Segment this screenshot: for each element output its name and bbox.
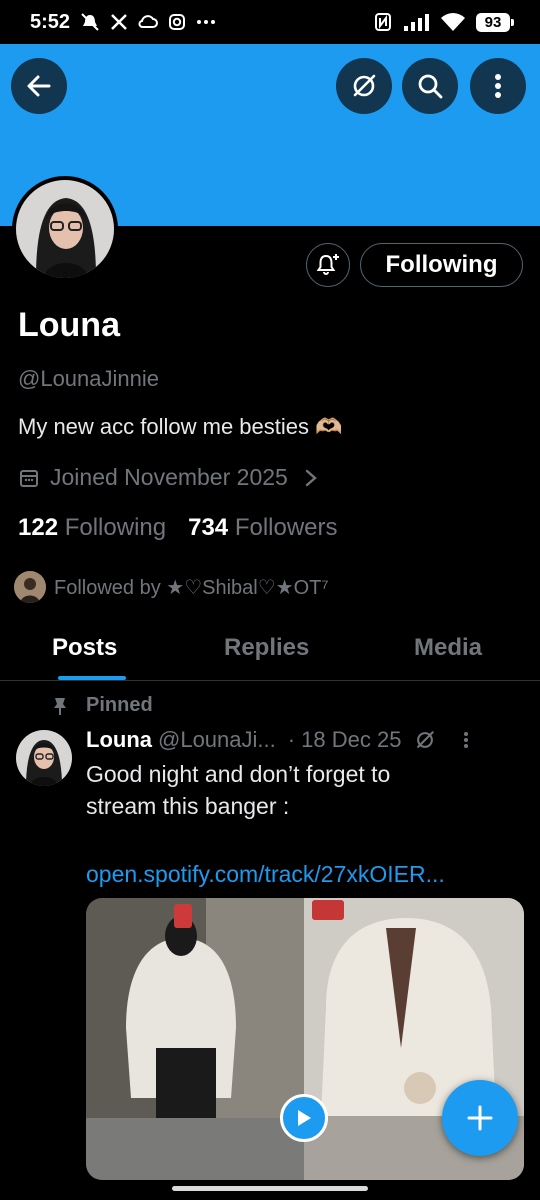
profile-tabs: Posts Replies Media [0, 626, 540, 681]
followed-by-text: Followed by ★♡Shibal♡★OT⁷ [54, 576, 329, 599]
pin-icon [54, 697, 66, 715]
chevron-right-icon [305, 469, 317, 486]
active-tab-indicator [58, 676, 126, 680]
profile-name: Louna [18, 306, 120, 344]
post-date[interactable]: · 18 Dec 25 [288, 727, 402, 753]
back-arrow-icon [27, 75, 51, 97]
clock: 5:52 [30, 10, 71, 33]
post-more-icon[interactable] [463, 730, 469, 750]
following-label: Following [64, 514, 167, 541]
followers-label: Followers [234, 514, 338, 541]
home-indicator[interactable] [172, 1186, 368, 1191]
pinned-label: Pinned [86, 694, 153, 716]
bell-plus-icon [316, 254, 339, 275]
grok-button[interactable] [336, 58, 392, 114]
search-icon [418, 74, 443, 99]
profile-avatar[interactable] [12, 176, 118, 282]
post-author-handle[interactable]: @LounaJi... [158, 727, 276, 753]
joined-text: Joined November 2025 [50, 464, 288, 490]
tab-replies[interactable]: Replies [224, 634, 309, 662]
tab-posts[interactable]: Posts [52, 634, 117, 662]
status-bar: 5:52 93 [0, 0, 540, 44]
follower-avatar [14, 571, 46, 603]
cloud-icon [138, 14, 159, 30]
more-options-button[interactable] [470, 58, 526, 114]
following-count-link[interactable]: 122 Following [18, 514, 166, 542]
wifi-icon [440, 12, 466, 32]
battery-indicator: 93 [476, 12, 514, 32]
more-notifications-icon [196, 19, 216, 25]
grok-icon[interactable] [413, 728, 437, 752]
followed-by[interactable]: Followed by ★♡Shibal♡★OT⁷ [14, 571, 329, 603]
play-button[interactable] [280, 1094, 328, 1142]
play-icon [298, 1110, 311, 1126]
post-text-line: Good night and don’t forget to [86, 761, 391, 787]
back-button[interactable] [11, 58, 67, 114]
nfc-icon [374, 12, 392, 32]
vertical-dots-icon [495, 74, 501, 98]
x-icon [110, 13, 128, 31]
post-text: Good night and don’t forget to stream th… [86, 758, 516, 822]
post-header: Louna @LounaJi... · 18 Dec 25 [86, 727, 516, 753]
search-button[interactable] [402, 58, 458, 114]
post-author-avatar[interactable] [16, 730, 72, 786]
profile-handle: @LounaJinnie [18, 366, 159, 391]
post-link[interactable]: open.spotify.com/track/27xkOIER... [86, 861, 445, 888]
instagram-icon [168, 13, 186, 31]
compose-button[interactable] [442, 1080, 518, 1156]
tab-media[interactable]: Media [414, 634, 482, 662]
plus-icon [467, 1105, 493, 1131]
mute-icon [80, 12, 100, 32]
signal-icon [402, 12, 430, 32]
post-text-line: stream this banger : [86, 793, 290, 819]
follow-counts: 122 Following 734 Followers [18, 514, 338, 542]
followers-count: 734 [188, 514, 229, 541]
grok-icon [353, 74, 376, 97]
followers-count-link[interactable]: 734 Followers [188, 514, 337, 542]
pinned-indicator: Pinned [52, 694, 153, 717]
post-author-name[interactable]: Louna [86, 727, 152, 753]
profile-bio: My new acc follow me besties 🫶🏼 [18, 414, 343, 439]
following-button[interactable]: Following [360, 243, 523, 287]
following-count: 122 [18, 514, 59, 541]
joined-date[interactable]: Joined November 2025 [18, 464, 318, 491]
notifications-button[interactable] [306, 243, 350, 287]
calendar-icon [20, 469, 38, 487]
